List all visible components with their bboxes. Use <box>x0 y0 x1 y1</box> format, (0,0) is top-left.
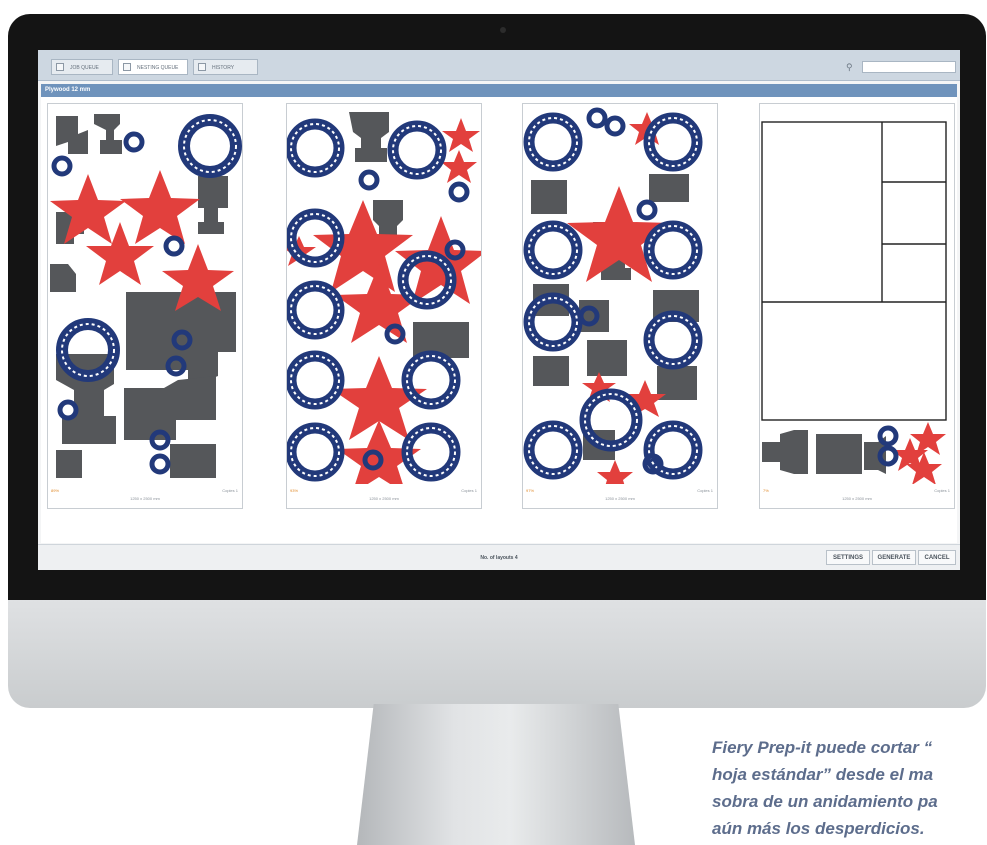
layout-efficiency: 97% <box>526 488 535 493</box>
star-shapes <box>892 422 946 484</box>
layout-dimensions: 1250 x 2500 mm <box>842 496 872 501</box>
caption-line: hoja estándar” desde el ma <box>712 765 934 784</box>
tab-label: JOB QUEUE <box>70 65 99 71</box>
layout-efficiency: 89% <box>51 488 60 493</box>
layout-dimensions: 1250 x 2500 mm <box>369 496 399 501</box>
material-title: Plywood 12 mm <box>45 87 91 93</box>
tab-history[interactable]: HISTORY <box>193 59 258 75</box>
photo-caption: Fiery Prep-it puede cortar “ hoja estánd… <box>712 734 987 842</box>
layout-copies: Copies 1 <box>697 488 713 493</box>
tab-label: NESTING QUEUE <box>137 65 179 71</box>
tab-nesting-queue[interactable]: NESTING QUEUE <box>118 59 188 75</box>
search-icon[interactable]: ⚲ <box>846 62 853 73</box>
layout-sheet-1[interactable]: 89% Copies 1 1250 x 2500 mm <box>47 103 243 509</box>
tab-label: HISTORY <box>212 65 235 71</box>
settings-button[interactable]: SETTINGS <box>826 550 870 565</box>
webcam-dot <box>500 27 506 33</box>
caption-line: aún más los desperdicios. <box>712 819 925 838</box>
trophy-shapes <box>762 430 886 474</box>
nested-parts-2 <box>287 112 481 484</box>
layout-copies: Copies 1 <box>222 488 238 493</box>
layout-sheet-2[interactable]: 93% Copies 1 1250 x 2500 mm <box>286 103 482 509</box>
layout-copies: Copies 1 <box>934 488 950 493</box>
top-toolbar: JOB QUEUE NESTING QUEUE HISTORY ⚲ <box>38 50 960 81</box>
bottom-action-bar: No. of layouts 4 SETTINGS GENERATE CANCE… <box>38 544 960 570</box>
nested-parts-3 <box>523 107 703 484</box>
settings-button-label: SETTINGS <box>832 555 863 561</box>
layout-sheet-4[interactable]: 7% Copies 1 1250 x 2500 mm <box>759 103 955 509</box>
generate-button[interactable]: GENERATE <box>872 550 916 565</box>
nesting-preview-area: 89% Copies 1 1250 x 2500 mm 93% Copies 1… <box>41 97 957 543</box>
layout-sheet-3[interactable]: 97% Copies 1 1250 x 2500 mm <box>522 103 718 509</box>
cancel-button[interactable]: CANCEL <box>918 550 956 565</box>
layout-dimensions: 1250 x 2500 mm <box>605 496 635 501</box>
layout-dimensions: 1250 x 2500 mm <box>130 496 160 501</box>
monitor-stand <box>357 704 635 845</box>
layout-efficiency: 7% <box>763 488 769 493</box>
nested-parts-1 <box>50 114 242 478</box>
layout-copies: Copies 1 <box>461 488 477 493</box>
job-queue-icon <box>56 63 64 71</box>
layouts-count: No. of layouts 4 <box>480 555 518 561</box>
nested-parts-4 <box>761 121 947 484</box>
cancel-button-label: CANCEL <box>924 555 950 561</box>
tab-job-queue[interactable]: JOB QUEUE <box>51 59 113 75</box>
standard-sheet-cutouts <box>761 121 947 421</box>
app-window: JOB QUEUE NESTING QUEUE HISTORY ⚲ Plywoo… <box>38 50 960 570</box>
caption-line: sobra de un anidamiento pa <box>712 792 938 811</box>
monitor-photo: JOB QUEUE NESTING QUEUE HISTORY ⚲ Plywoo… <box>0 0 987 845</box>
history-icon <box>198 63 206 71</box>
layout-efficiency: 93% <box>290 488 299 493</box>
material-title-bar: Plywood 12 mm <box>41 84 957 97</box>
generate-button-label: GENERATE <box>877 555 911 561</box>
monitor-chin <box>8 600 986 708</box>
search-input[interactable] <box>862 61 956 73</box>
nesting-queue-icon <box>123 63 131 71</box>
caption-line: Fiery Prep-it puede cortar “ <box>712 738 933 757</box>
